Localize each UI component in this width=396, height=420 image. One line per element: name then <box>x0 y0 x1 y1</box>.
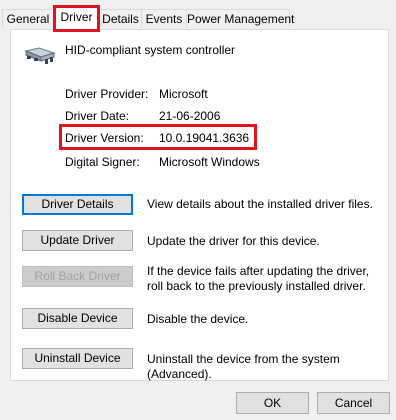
tab-details[interactable]: Details <box>99 9 142 28</box>
update-driver-description: Update the driver for this device. <box>147 234 320 248</box>
tab-events[interactable]: Events <box>141 9 187 28</box>
update-driver-button[interactable]: Update Driver <box>22 230 133 251</box>
driver-date-label: Driver Date: <box>65 109 130 123</box>
driver-details-button[interactable]: Driver Details <box>22 194 133 215</box>
roll-back-driver-button: Roll Back Driver <box>22 266 133 287</box>
uninstall-device-button[interactable]: Uninstall Device <box>22 348 133 369</box>
roll-back-driver-description: If the device fails after updating the d… <box>147 264 370 293</box>
disable-device-description: Disable the device. <box>147 312 249 326</box>
uninstall-device-description: Uninstall the device from the system (Ad… <box>147 352 340 381</box>
digital-signer-label: Digital Signer: <box>65 155 140 169</box>
digital-signer-value: Microsoft Windows <box>159 155 260 169</box>
driver-tab-panel: HID-compliant system controller Driver P… <box>10 29 389 381</box>
disable-device-button[interactable]: Disable Device <box>22 308 133 329</box>
device-name: HID-compliant system controller <box>65 43 236 57</box>
driver-version-highlight <box>59 124 257 150</box>
tab-general[interactable]: General <box>2 9 54 28</box>
driver-tab-highlight <box>53 5 100 32</box>
tab-strip: General Driver Details Events Power Mana… <box>0 0 396 32</box>
hid-device-icon <box>24 47 56 64</box>
driver-details-description: View details about the installed driver … <box>147 197 373 211</box>
driver-date-value: 21-06-2006 <box>159 109 221 123</box>
driver-provider-label: Driver Provider: <box>65 87 149 101</box>
ok-button[interactable]: OK <box>236 392 309 414</box>
cancel-button[interactable]: Cancel <box>317 392 390 414</box>
tab-power-management[interactable]: Power Management <box>186 9 294 28</box>
driver-provider-value: Microsoft <box>159 87 208 101</box>
